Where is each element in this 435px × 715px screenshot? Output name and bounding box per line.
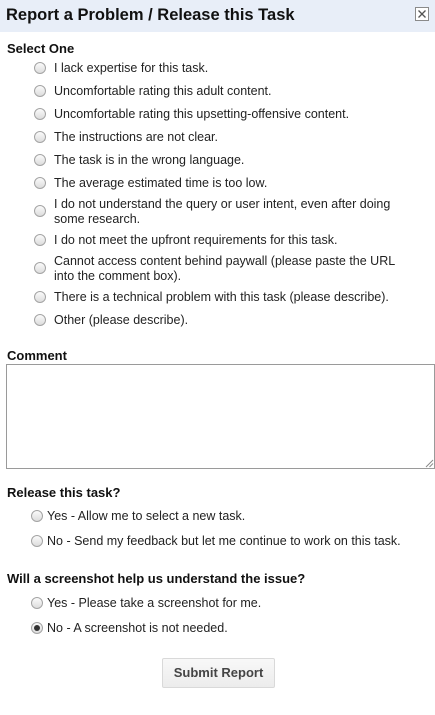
- reason-radio[interactable]: [34, 234, 46, 246]
- release-option-yes-label: Yes - Allow me to select a new task.: [47, 509, 246, 523]
- reason-radio[interactable]: [34, 205, 46, 217]
- reason-radio[interactable]: [34, 154, 46, 166]
- comment-textarea[interactable]: [6, 364, 435, 469]
- reason-radio[interactable]: [34, 62, 46, 74]
- reason-option-label: Uncomfortable rating this adult content.: [54, 84, 272, 98]
- reason-radio[interactable]: [34, 177, 46, 189]
- screenshot-radio-no[interactable]: [31, 622, 43, 634]
- reason-option-label: The average estimated time is too low.: [54, 176, 268, 190]
- reason-option-label-line2: into the comment box).: [54, 269, 182, 283]
- release-radio-yes[interactable]: [31, 510, 43, 522]
- close-button[interactable]: [415, 7, 429, 21]
- reason-option-label: I do not meet the upfront requirements f…: [54, 233, 338, 247]
- reason-option-label-line2: some research.: [54, 212, 141, 226]
- reason-option-label: I lack expertise for this task.: [54, 61, 209, 75]
- reason-radio[interactable]: [34, 262, 46, 274]
- reason-radio[interactable]: [34, 108, 46, 120]
- screenshot-radio-yes[interactable]: [31, 597, 43, 609]
- reason-option-label: I do not understand the query or user in…: [54, 197, 391, 211]
- reason-option-label: Cannot access content behind paywall (pl…: [54, 254, 396, 268]
- reason-option-label: Uncomfortable rating this upsetting-offe…: [54, 107, 350, 121]
- reason-radio[interactable]: [34, 131, 46, 143]
- close-icon: [418, 10, 426, 18]
- screenshot-option-yes-label: Yes - Please take a screenshot for me.: [47, 596, 262, 610]
- select-one-label: Select One: [7, 41, 75, 56]
- reason-radio[interactable]: [34, 291, 46, 303]
- dialog-title: Report a Problem / Release this Task: [6, 6, 295, 24]
- resize-grip-icon[interactable]: [424, 458, 434, 468]
- comment-label: Comment: [7, 348, 67, 363]
- reason-radio[interactable]: [34, 85, 46, 97]
- dialog-header: Report a Problem / Release this Task: [0, 0, 435, 32]
- reason-option-label: Other (please describe).: [54, 313, 189, 327]
- reason-option-label: There is a technical problem with this t…: [54, 290, 389, 304]
- release-radio-no[interactable]: [31, 535, 43, 547]
- screenshot-option-no-label: No - A screenshot is not needed.: [47, 621, 228, 635]
- reason-option-label: The task is in the wrong language.: [54, 153, 245, 167]
- reason-option-label: The instructions are not clear.: [54, 130, 218, 144]
- reason-radio[interactable]: [34, 314, 46, 326]
- release-task-label: Release this task?: [7, 485, 121, 500]
- release-option-no-label: No - Send my feedback but let me continu…: [47, 534, 401, 548]
- screenshot-question-label: Will a screenshot help us understand the…: [7, 571, 306, 586]
- submit-report-button[interactable]: Submit Report: [162, 658, 275, 688]
